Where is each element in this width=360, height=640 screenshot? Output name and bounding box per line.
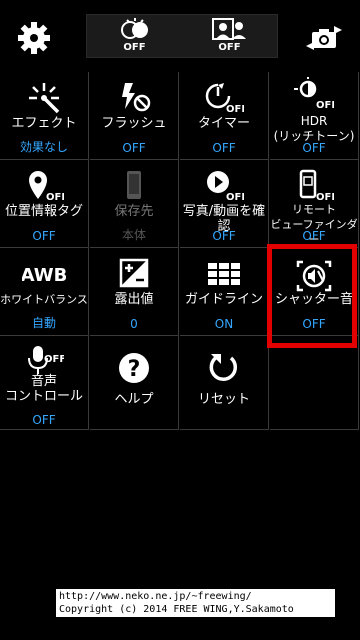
setting-label: リセット <box>197 392 250 407</box>
exposure-icon <box>90 256 178 292</box>
remote-viewfinder-icon: OFF <box>270 168 358 204</box>
setting-label: 位置情報タグ <box>4 204 83 219</box>
setting-location-tag[interactable]: OFF 位置情報タグ OFF <box>0 160 89 248</box>
setting-review[interactable]: OFF 写真/動画を確 認 OFF <box>180 160 269 248</box>
setting-help[interactable]: ? ヘルプ <box>90 336 179 430</box>
reset-icon <box>180 350 268 386</box>
flash-off-icon <box>90 80 178 116</box>
help-icon: ? <box>90 350 178 386</box>
effect-icon <box>0 80 88 116</box>
setting-value: 本体 <box>121 228 146 242</box>
svg-text:AWB: AWB <box>22 265 66 286</box>
quick-toggles: OFF OFF <box>86 14 278 58</box>
svg-text:OFF: OFF <box>226 192 244 203</box>
svg-text:OFF: OFF <box>316 100 334 111</box>
toggle-off-label: OFF <box>123 42 146 53</box>
portrait-icon <box>212 18 246 40</box>
credit-url: http://www.neko.ne.jp/~freewing/ <box>59 591 252 602</box>
setting-label: ヘルプ <box>114 392 154 407</box>
copyright-credit: http://www.neko.ne.jp/~freewing/ Copyrig… <box>56 589 335 617</box>
top-bar: OFF OFF <box>0 0 360 72</box>
setting-value: ON <box>214 317 234 331</box>
setting-label: 保存先 <box>114 204 154 219</box>
setting-value: 効果なし <box>19 140 68 154</box>
timer-off-icon: OFF <box>180 80 268 116</box>
setting-voice-control[interactable]: OFF 音声 コントロール OFF <box>0 336 89 430</box>
setting-label: HDR (リッチトーン) <box>273 114 355 143</box>
location-tag-icon: OFF <box>0 168 88 204</box>
hdr-icon: OFF <box>270 76 358 112</box>
gear-icon[interactable] <box>14 18 54 58</box>
setting-value: OFF <box>302 229 326 243</box>
setting-value: OFF <box>122 141 146 155</box>
toggle-off-label: OFF <box>218 42 241 53</box>
setting-label: フラッシュ <box>101 116 167 131</box>
svg-text:OFF: OFF <box>226 104 244 115</box>
setting-label: ガイドライン <box>184 292 263 307</box>
svg-text:?: ? <box>128 357 141 382</box>
setting-exposure[interactable]: 露出値 0 <box>90 248 179 336</box>
awb-icon: AWB <box>0 256 88 292</box>
dual-shot-icon <box>121 18 148 39</box>
setting-value: OFF <box>32 229 56 243</box>
setting-label: タイマー <box>197 116 250 131</box>
setting-label: ホワイトバランス <box>0 293 88 306</box>
empty-cell <box>270 336 359 430</box>
setting-value: 0 <box>130 317 138 331</box>
setting-remote-viewfinder[interactable]: OFF リモート ビューファインダー OFF <box>270 160 359 248</box>
svg-text:OFF: OFF <box>46 192 64 203</box>
switch-camera-icon[interactable] <box>304 18 344 58</box>
voice-control-icon: OFF <box>0 342 88 378</box>
setting-white-balance[interactable]: AWB ホワイトバランス 自動 <box>0 248 89 336</box>
review-icon: OFF <box>180 168 268 204</box>
setting-flash[interactable]: フラッシュ OFF <box>90 72 179 160</box>
face-detect-toggle[interactable]: OFF <box>182 15 277 57</box>
setting-effect[interactable]: エフェクト 効果なし <box>0 72 89 160</box>
setting-value: OFF <box>212 141 236 155</box>
setting-storage: 保存先 本体 <box>90 160 179 248</box>
setting-label: 露出値 <box>114 292 154 307</box>
dual-shot-toggle[interactable]: OFF <box>87 15 182 57</box>
highlight-box <box>267 244 357 348</box>
svg-text:OFF: OFF <box>44 354 64 365</box>
setting-guideline[interactable]: ガイドライン ON <box>180 248 269 336</box>
setting-value: OFF <box>32 413 56 427</box>
storage-icon <box>90 168 178 204</box>
setting-label: エフェクト <box>11 116 77 131</box>
setting-value: OFF <box>302 141 326 155</box>
guideline-icon <box>180 256 268 292</box>
setting-reset[interactable]: リセット <box>180 336 269 430</box>
setting-label: 音声 コントロール <box>4 374 83 404</box>
setting-value: OFF <box>212 229 236 243</box>
setting-value: 自動 <box>31 316 56 330</box>
credit-copyright: Copyright (c) 2014 FREE WING,Y.Sakamoto <box>59 604 294 615</box>
setting-hdr[interactable]: OFF HDR (リッチトーン) OFF <box>270 72 359 160</box>
setting-timer[interactable]: OFF タイマー OFF <box>180 72 269 160</box>
